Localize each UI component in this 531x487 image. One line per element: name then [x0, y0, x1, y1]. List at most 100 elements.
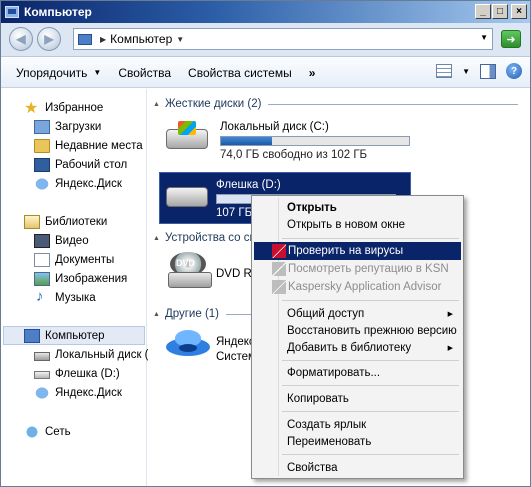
sidebar-item-yandex-disk-computer[interactable]: Яндекс.Диск: [34, 383, 122, 402]
documents-icon: [34, 252, 50, 267]
cloud-icon: [34, 385, 50, 400]
menu-item-ksn-reputation: Посмотреть репутацию в KSN: [254, 260, 461, 278]
collapse-triangle-icon[interactable]: ▲: [153, 235, 160, 242]
sidebar-item-label: Документы: [55, 253, 115, 266]
sidebar-item-downloads[interactable]: Загрузки: [34, 117, 101, 136]
menu-item-share[interactable]: Общий доступ ▶: [254, 305, 461, 323]
menu-item-properties[interactable]: Свойства: [254, 459, 461, 477]
sidebar-item-documents[interactable]: Документы: [34, 250, 114, 269]
collapse-triangle-icon[interactable]: ▲: [153, 101, 160, 108]
sidebar-item-label: Недавние места: [55, 139, 143, 152]
dvd-drive-icon[interactable]: DVD: [168, 252, 214, 292]
sidebar-item-desktop[interactable]: Рабочий стол: [34, 155, 127, 174]
computer-icon: [78, 33, 92, 45]
sidebar-item-label: Компьютер: [45, 329, 105, 342]
video-icon: [34, 233, 50, 248]
sidebar-item-label: Яндекс.Диск: [55, 386, 122, 399]
system-properties-button[interactable]: Свойства системы: [188, 66, 292, 80]
help-icon[interactable]: ?: [506, 63, 522, 79]
sidebar-item-favorites[interactable]: Избранное: [24, 98, 104, 118]
window-title: Компьютер: [24, 5, 92, 19]
group-header-hard-disks[interactable]: ▲ Жесткие диски (2): [153, 96, 519, 112]
more-commands-button[interactable]: »: [309, 66, 316, 80]
hard-drive-icon: [34, 351, 50, 361]
collapse-triangle-icon[interactable]: ▲: [153, 311, 160, 318]
organize-label: Упорядочить: [16, 65, 88, 80]
sidebar-item-yandex-disk[interactable]: Яндекс.Диск: [34, 174, 122, 193]
menu-separator: [282, 300, 459, 301]
menu-item-scan-viruses[interactable]: Проверить на вирусы: [254, 242, 461, 260]
menu-item-label: Открыть в новом окне: [287, 219, 406, 231]
sidebar-item-local-disk[interactable]: Локальный диск (: [34, 345, 149, 364]
menu-item-label: Переименовать: [287, 436, 372, 448]
drive-name: Локальный диск (C:): [220, 121, 329, 133]
breadcrumb-chevron-icon[interactable]: ▶: [100, 35, 106, 44]
forward-button[interactable]: ▶: [37, 27, 61, 51]
group-divider: [268, 103, 519, 105]
menu-item-label: Посмотреть репутацию в KSN: [288, 263, 449, 275]
menu-item-label: Создать ярлык: [287, 419, 367, 431]
group-header-removable[interactable]: ▲ Устройства со сь: [153, 230, 256, 246]
explorer-window: Компьютер _ □ × ◀ ▶ ▶ Компьютер ▼ ▼ ➜ Уп…: [0, 0, 531, 487]
refresh-icon: ➜: [506, 33, 516, 46]
menu-item-copy[interactable]: Копировать: [254, 390, 461, 408]
group-header-other[interactable]: ▲ Другие (1): [153, 306, 257, 322]
view-dropdown-icon[interactable]: ▼: [462, 67, 470, 76]
sidebar-item-usb-drive[interactable]: Флешка (D:): [34, 364, 120, 383]
menu-item-label: Общий доступ: [287, 308, 365, 320]
sidebar-item-computer[interactable]: Компьютер: [3, 326, 145, 345]
menu-item-restore-version[interactable]: Восстановить прежнюю версию: [254, 322, 461, 340]
music-icon: [34, 288, 50, 305]
address-bar[interactable]: ▶ Компьютер ▼ ▼: [73, 28, 493, 50]
refresh-button[interactable]: ➜: [501, 30, 521, 48]
properties-button[interactable]: Свойства: [118, 66, 171, 80]
menu-item-kaspersky-advisor: Kaspersky Application Advisor: [254, 278, 461, 296]
usb-drive-icon: [34, 371, 50, 379]
star-icon: [24, 98, 40, 118]
command-bar: Упорядочить ▼ Свойства Свойства системы »…: [1, 58, 530, 88]
cloud-icon: [34, 176, 50, 191]
organize-button[interactable]: Упорядочить ▼: [16, 66, 101, 80]
minimize-button[interactable]: _: [475, 4, 491, 19]
menu-item-label: Свойства: [287, 462, 338, 474]
forward-arrow-icon: ▶: [44, 32, 54, 46]
sidebar-item-libraries[interactable]: Библиотеки: [24, 212, 107, 231]
kaspersky-icon: [272, 262, 286, 276]
menu-item-open-new-window[interactable]: Открыть в новом окне: [254, 216, 461, 234]
yandex-disk-name[interactable]: Яндекс: [216, 336, 255, 348]
sidebar-item-label: Избранное: [45, 101, 104, 114]
menu-item-rename[interactable]: Переименовать: [254, 433, 461, 451]
system-properties-label: Свойства системы: [188, 65, 292, 80]
network-icon: [24, 424, 40, 439]
sidebar-item-label: Видео: [55, 234, 89, 247]
sidebar-item-network[interactable]: Сеть: [24, 422, 71, 441]
menu-item-format[interactable]: Форматировать...: [254, 364, 461, 382]
sidebar-item-recent-places[interactable]: Недавние места: [34, 136, 143, 155]
address-dropdown-icon[interactable]: ▼: [480, 33, 488, 42]
sidebar-item-video[interactable]: Видео: [34, 231, 89, 250]
navigation-pane: Избранное Загрузки Недавние места Рабочи…: [1, 89, 149, 486]
maximize-button[interactable]: □: [492, 4, 508, 19]
close-button[interactable]: ×: [511, 4, 527, 19]
menu-item-label: Добавить в библиотеку: [287, 342, 412, 354]
menu-item-label: Kaspersky Application Advisor: [288, 281, 442, 293]
preview-pane-icon[interactable]: [480, 63, 496, 79]
change-view-icon[interactable]: [436, 64, 453, 78]
windows-logo-icon: [178, 121, 196, 135]
menu-item-add-to-library[interactable]: Добавить в библиотеку ▶: [254, 339, 461, 357]
menu-item-create-shortcut[interactable]: Создать ярлык: [254, 416, 461, 434]
breadcrumb-dropdown-icon[interactable]: ▼: [176, 35, 184, 44]
usb-drive-icon: [164, 179, 210, 213]
yandex-disk-icon[interactable]: [166, 328, 210, 362]
drive-tile-c[interactable]: Локальный диск (C:) 74,0 ГБ свободно из …: [164, 121, 424, 165]
sidebar-item-label: Сеть: [45, 425, 71, 438]
menu-item-label: Открыть: [287, 202, 337, 214]
sidebar-item-label: Музыка: [55, 291, 96, 304]
back-button[interactable]: ◀: [9, 27, 33, 51]
title-bar[interactable]: Компьютер _ □ ×: [1, 1, 530, 23]
sidebar-item-music[interactable]: Музыка: [34, 288, 96, 307]
group-header-label: Устройства со сь: [164, 232, 256, 244]
menu-item-open[interactable]: Открыть: [254, 199, 461, 217]
breadcrumb-computer[interactable]: Компьютер: [110, 32, 172, 46]
sidebar-item-images[interactable]: Изображения: [34, 269, 127, 288]
